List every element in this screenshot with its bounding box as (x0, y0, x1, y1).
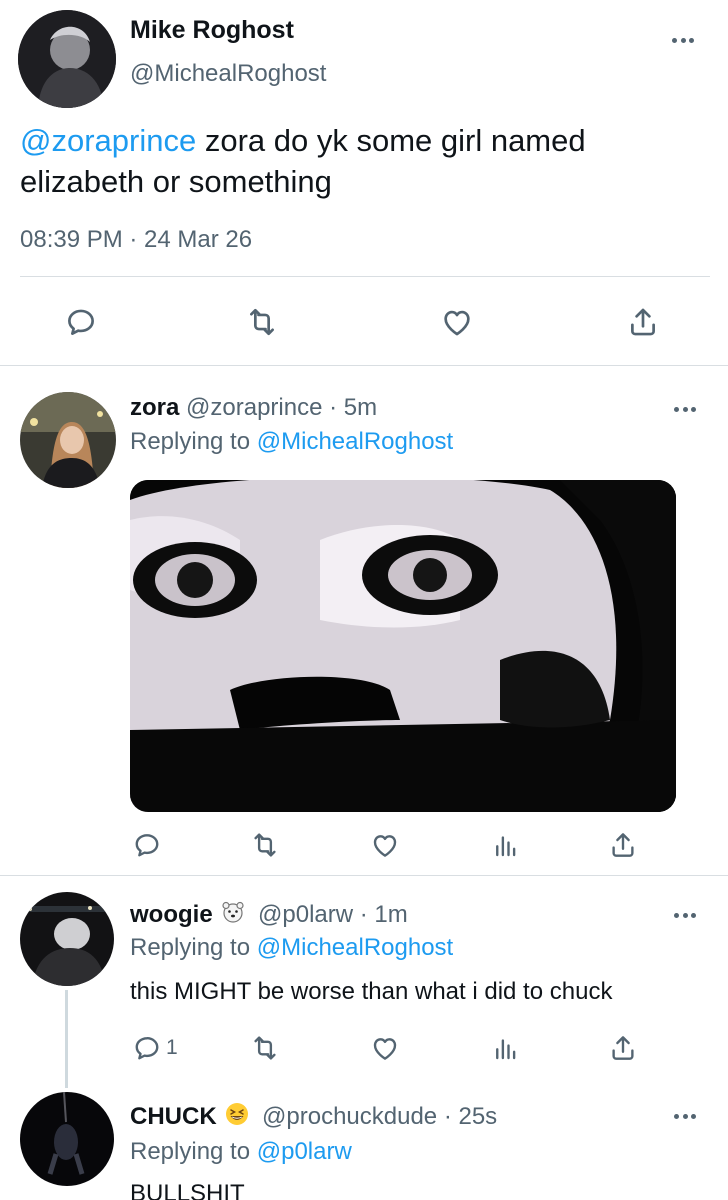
replying-prefix: Replying to (130, 934, 257, 961)
reply-count: 1 (166, 1036, 178, 1059)
more-icon[interactable] (674, 911, 696, 919)
reply-author-name[interactable]: woogie (130, 901, 213, 928)
share-button[interactable] (608, 830, 638, 860)
replying-to-link[interactable]: @p0larw (257, 1138, 352, 1165)
heart-icon (370, 1033, 400, 1063)
replying-to: Replying to @p0larw (130, 1138, 352, 1166)
retweet-icon (250, 1033, 280, 1063)
like-button[interactable] (440, 305, 474, 339)
reply-author-handle[interactable]: @p0larw (258, 901, 353, 928)
avatar[interactable] (18, 10, 116, 108)
polar-bear-emoji (222, 901, 244, 923)
thread-line (65, 990, 68, 1088)
author-name[interactable]: Mike Roghost (130, 16, 294, 45)
retweet-button[interactable] (245, 305, 279, 339)
retweet-button[interactable] (250, 830, 280, 860)
views-icon (491, 830, 521, 860)
heart-icon (440, 305, 474, 339)
reply-button[interactable] (64, 305, 98, 339)
share-icon (608, 1033, 638, 1063)
avatar[interactable] (20, 392, 116, 488)
tweet-media-image[interactable] (130, 480, 676, 812)
share-icon (626, 305, 660, 339)
reply-author-name[interactable]: zora (130, 394, 179, 421)
replying-to-link[interactable]: @MichealRoghost (257, 934, 453, 961)
mention-link[interactable]: @zoraprince (20, 123, 196, 158)
reply-icon (132, 830, 162, 860)
reply-header: CHUCK @prochuckdude · 25s (130, 1102, 497, 1131)
grinning-squinting-face-emoji (226, 1103, 249, 1125)
replying-to-link[interactable]: @MichealRoghost (257, 428, 453, 455)
reply-time[interactable]: · 5m (329, 394, 377, 421)
divider (0, 875, 728, 876)
reply-header: woogie @p0larw · 1m (130, 900, 408, 929)
reply-icon (132, 1033, 162, 1063)
tweet-timestamp[interactable]: 08:39 PM · 24 Mar 26 (20, 226, 252, 254)
share-button[interactable] (626, 305, 660, 339)
reply-time[interactable]: · 1m (360, 901, 408, 928)
reply-header: zora @zoraprince · 5m (130, 394, 377, 422)
replying-to: Replying to @MichealRoghost (130, 428, 453, 456)
reply-text: BULLSHIT (130, 1180, 245, 1200)
avatar[interactable] (20, 1092, 114, 1186)
reply-button[interactable] (132, 830, 162, 860)
divider (20, 276, 710, 277)
heart-icon (370, 830, 400, 860)
like-button[interactable] (370, 830, 400, 860)
views-button[interactable] (491, 1033, 521, 1063)
views-button[interactable] (491, 830, 521, 860)
avatar[interactable] (20, 892, 114, 986)
divider (0, 365, 728, 366)
author-handle[interactable]: @MichealRoghost (130, 60, 326, 88)
reply-author-name[interactable]: CHUCK (130, 1103, 217, 1130)
reply-button[interactable]: 1 (132, 1033, 178, 1063)
share-icon (608, 830, 638, 860)
replying-prefix: Replying to (130, 1138, 257, 1165)
retweet-icon (245, 305, 279, 339)
more-icon[interactable] (674, 1112, 696, 1120)
reply-time[interactable]: · 25s (444, 1103, 497, 1130)
replying-to: Replying to @MichealRoghost (130, 934, 453, 962)
reply-text: this MIGHT be worse than what i did to c… (130, 978, 613, 1005)
share-button[interactable] (608, 1033, 638, 1063)
reply-icon (64, 305, 98, 339)
like-button[interactable] (370, 1033, 400, 1063)
more-icon[interactable] (674, 405, 696, 413)
more-icon[interactable] (672, 36, 694, 44)
views-icon (491, 1033, 521, 1063)
retweet-icon (250, 830, 280, 860)
reply-author-handle[interactable]: @zoraprince (186, 394, 322, 421)
replying-prefix: Replying to (130, 428, 257, 455)
reply-author-handle[interactable]: @prochuckdude (262, 1103, 437, 1130)
tweet-text: @zoraprince zora do yk some girl named e… (20, 120, 700, 202)
retweet-button[interactable] (250, 1033, 280, 1063)
